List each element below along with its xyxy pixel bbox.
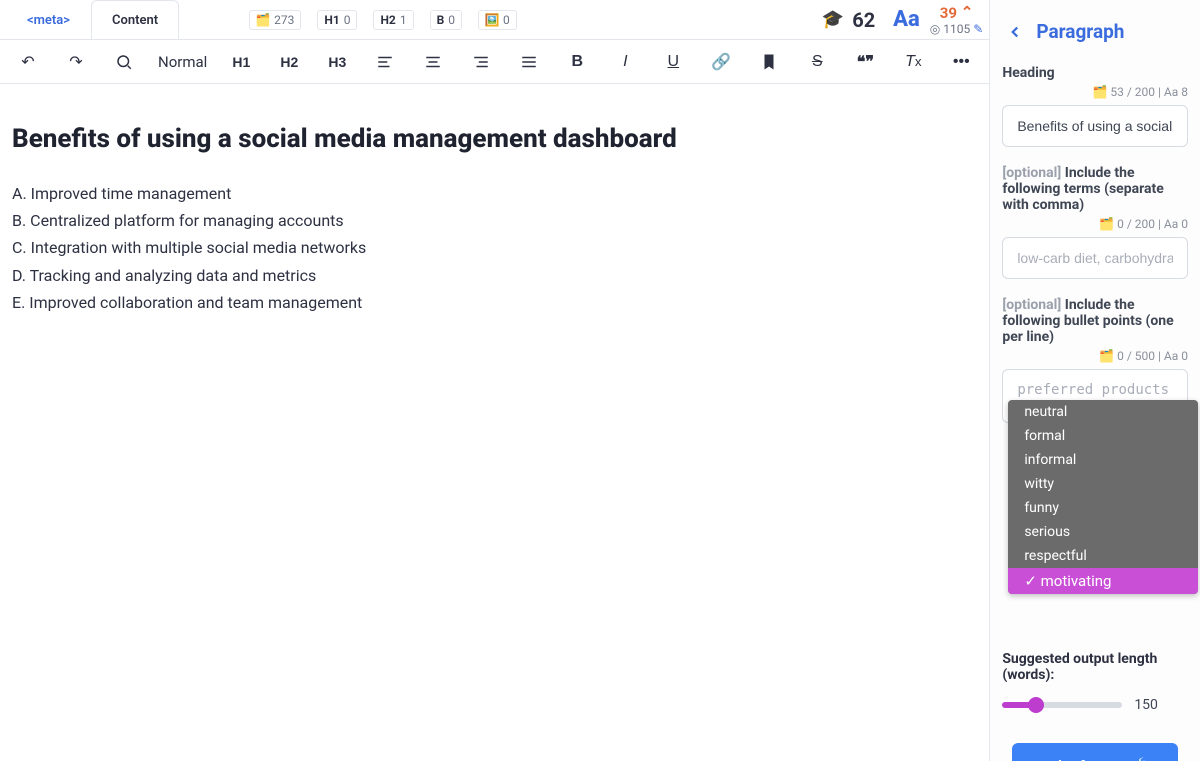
briefcase-icon: 🗂️ bbox=[1099, 349, 1114, 363]
wordcount-chip: 🗂️ 273 bbox=[249, 10, 301, 30]
keyword-counts: 39 ⌃ ◎1105 ✎ bbox=[930, 4, 984, 36]
briefcase-icon: 🗂️ bbox=[1092, 85, 1107, 99]
redo-button[interactable]: ↷ bbox=[62, 48, 90, 76]
underline-button[interactable]: U bbox=[659, 48, 687, 76]
image-chip: 🖼️ 0 bbox=[478, 10, 517, 30]
strike-button[interactable]: S bbox=[803, 48, 831, 76]
tab-meta-label: <meta> bbox=[27, 13, 70, 28]
tone-option-formal[interactable]: formal bbox=[1008, 424, 1198, 448]
panel-header[interactable]: Paragraph bbox=[1002, 0, 1188, 59]
leaf-icon: 🍃 bbox=[1133, 757, 1152, 761]
h2-count: 1 bbox=[400, 13, 407, 27]
link-button[interactable]: 🔗 bbox=[707, 48, 735, 76]
italic-button[interactable]: I bbox=[611, 48, 639, 76]
tab-meta[interactable]: <meta> bbox=[6, 0, 91, 39]
edit-icon[interactable]: ✎ bbox=[973, 22, 983, 36]
briefcase-icon: 🗂️ bbox=[256, 13, 270, 27]
bold-button[interactable]: B bbox=[563, 48, 591, 76]
write-for-me-button[interactable]: Write for me 🍃 bbox=[1012, 743, 1178, 761]
chevron-left-icon[interactable] bbox=[1006, 23, 1024, 41]
twist-count: 39 bbox=[940, 4, 957, 22]
h1-count: 0 bbox=[344, 13, 351, 27]
image-icon: 🖼️ bbox=[485, 13, 499, 27]
tone-option-motivating[interactable]: motivating bbox=[1008, 568, 1198, 594]
tone-option-funny[interactable]: funny bbox=[1008, 496, 1198, 520]
article-line: E. Improved collaboration and team manag… bbox=[12, 289, 977, 316]
article-heading: Benefits of using a social media managem… bbox=[12, 124, 977, 154]
h2-button[interactable]: H2 bbox=[275, 48, 303, 76]
bullets-meta: 0 / 500 | Aa 0 bbox=[1117, 349, 1188, 363]
bookmark-button[interactable] bbox=[755, 48, 783, 76]
h1-button[interactable]: H1 bbox=[227, 48, 255, 76]
align-center-button[interactable] bbox=[419, 48, 447, 76]
quote-button[interactable]: ❝❞ bbox=[851, 48, 879, 76]
readability-value: 62 bbox=[852, 8, 875, 32]
tab-content[interactable]: Content bbox=[91, 0, 179, 39]
article-line: D. Tracking and analyzing data and metri… bbox=[12, 262, 977, 289]
keyword-count: 1105 bbox=[943, 22, 970, 36]
editor-body[interactable]: Benefits of using a social media managem… bbox=[0, 84, 989, 761]
article-line: B. Centralized platform for managing acc… bbox=[12, 207, 977, 234]
align-right-button[interactable] bbox=[467, 48, 495, 76]
readability-score: 🎓 62 bbox=[822, 8, 875, 32]
tone-option-neutral[interactable]: neutral bbox=[1008, 400, 1198, 424]
h1-chip: H1 0 bbox=[317, 10, 357, 30]
optional-tag: [optional] bbox=[1002, 165, 1061, 181]
h3-button[interactable]: H3 bbox=[323, 48, 351, 76]
length-field: Suggested output length (words): 150 bbox=[1002, 651, 1188, 713]
heading-meta: 53 / 200 | Aa 8 bbox=[1110, 85, 1188, 99]
b-count: 0 bbox=[448, 13, 455, 27]
tone-option-respectful[interactable]: respectful bbox=[1008, 544, 1198, 568]
panel-title: Paragraph bbox=[1036, 20, 1124, 43]
format-toolbar: ↶ ↷ Normal H1 H2 H3 B I U 🔗 S ❝❞ Tx ••• bbox=[0, 40, 989, 84]
tab-content-label: Content bbox=[112, 13, 158, 28]
align-justify-button[interactable] bbox=[515, 48, 543, 76]
wordcount-value: 273 bbox=[274, 13, 294, 27]
length-value: 150 bbox=[1134, 697, 1158, 713]
article-line: C. Integration with multiple social medi… bbox=[12, 234, 977, 261]
clear-format-button[interactable]: Tx bbox=[899, 48, 927, 76]
bold-chip: B0 bbox=[430, 10, 462, 30]
heading-label: Heading bbox=[1002, 65, 1188, 81]
side-panel: Paragraph Heading 🗂️ 53 / 200 | Aa 8 [op… bbox=[990, 0, 1200, 761]
tone-option-serious[interactable]: serious bbox=[1008, 520, 1198, 544]
h2-label: H2 bbox=[380, 13, 395, 27]
align-left-button[interactable] bbox=[371, 48, 399, 76]
style-select[interactable]: Normal bbox=[158, 53, 207, 71]
undo-button[interactable]: ↶ bbox=[14, 48, 42, 76]
typography-icon[interactable]: Aa bbox=[893, 7, 920, 32]
tone-dropdown[interactable]: neutral formal informal witty funny seri… bbox=[1008, 400, 1198, 594]
target-icon: ◎ bbox=[930, 22, 940, 36]
main-editor-pane: <meta> Content 🗂️ 273 H10 H21 B0 🖼️0 🎓 6… bbox=[0, 0, 990, 761]
slider-knob[interactable] bbox=[1028, 697, 1044, 713]
graduation-cap-icon: 🎓 bbox=[822, 9, 844, 30]
top-stats-bar: <meta> Content 🗂️ 273 H10 H21 B0 🖼️0 🎓 6… bbox=[0, 0, 989, 40]
img-count: 0 bbox=[503, 13, 510, 27]
length-label: Suggested output length (words): bbox=[1002, 651, 1188, 683]
terms-meta: 0 / 200 | Aa 0 bbox=[1117, 217, 1188, 231]
terms-input[interactable] bbox=[1002, 237, 1188, 279]
write-label: Write for me bbox=[1038, 758, 1125, 761]
caret-up-icon: ⌃ bbox=[961, 3, 974, 21]
length-slider[interactable] bbox=[1002, 702, 1122, 708]
search-button[interactable] bbox=[110, 48, 138, 76]
heading-field: Heading 🗂️ 53 / 200 | Aa 8 bbox=[1002, 65, 1188, 147]
optional-tag: [optional] bbox=[1002, 297, 1061, 313]
terms-field: [optional] Include the following terms (… bbox=[1002, 165, 1188, 279]
more-button[interactable]: ••• bbox=[947, 48, 975, 76]
tone-option-informal[interactable]: informal bbox=[1008, 448, 1198, 472]
tone-option-witty[interactable]: witty bbox=[1008, 472, 1198, 496]
article-line: A. Improved time management bbox=[12, 180, 977, 207]
heading-input[interactable] bbox=[1002, 105, 1188, 147]
briefcase-icon: 🗂️ bbox=[1099, 217, 1114, 231]
h1-label: H1 bbox=[324, 13, 339, 27]
h2-chip: H2 1 bbox=[373, 10, 413, 30]
b-label: B bbox=[437, 13, 445, 27]
